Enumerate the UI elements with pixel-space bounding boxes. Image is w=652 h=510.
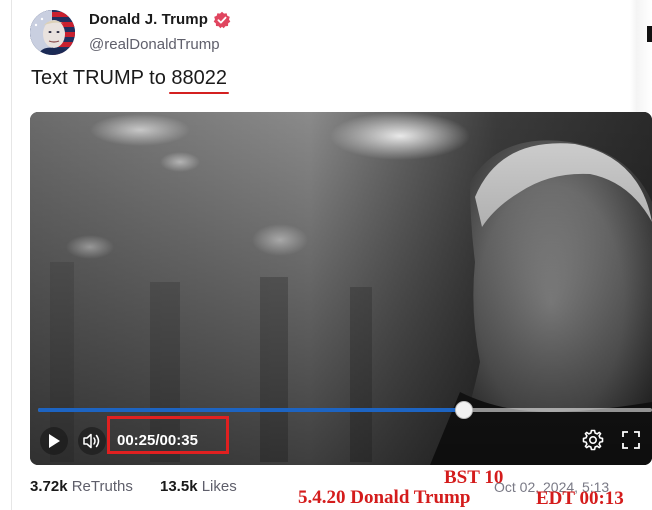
post-text: Text TRUMP to 88022 [31,67,229,94]
time-display: 00:25/00:35 [117,432,198,449]
play-button[interactable] [40,427,68,455]
divider [11,0,12,510]
current-time: 00:25 [117,432,156,449]
post-text-number: 88022 [169,67,229,94]
volume-icon [83,433,100,449]
side-panel-edge [630,0,652,112]
annotation-bst: BST 10 [444,467,504,488]
video-frame [30,112,652,465]
avatar[interactable] [30,10,75,55]
duration: 00:35 [159,432,198,449]
likes-count: 13.5k [160,478,198,495]
progress-bar[interactable] [38,408,652,412]
verified-badge-icon [213,11,231,29]
fullscreen-icon [622,431,640,449]
fullscreen-button[interactable] [619,428,643,452]
retruths-stat[interactable]: 3.72k ReTruths [30,478,133,495]
author-name[interactable]: Donald J. Trump [89,11,208,28]
retruths-label: ReTruths [71,478,133,495]
post-text-prefix: Text TRUMP to [31,67,172,89]
annotation-caption: 5.4.20 Donald Trump [298,487,471,508]
likes-label: Likes [201,478,237,495]
retruths-count: 3.72k [30,478,68,495]
progress-fill [38,408,464,412]
volume-button[interactable] [78,427,106,455]
post-card: Donald J. Trump @realDonaldTrump Text TR… [0,0,652,510]
play-icon [49,434,60,448]
annotation-edt: EDT 00:13 [536,488,624,509]
side-panel-glyph [647,26,652,42]
likes-stat[interactable]: 13.5k Likes [160,478,237,495]
settings-button[interactable] [581,428,605,452]
author-handle[interactable]: @realDonaldTrump [89,36,220,53]
video-player[interactable] [30,112,652,465]
gear-icon [582,429,604,451]
progress-handle[interactable] [455,401,473,419]
